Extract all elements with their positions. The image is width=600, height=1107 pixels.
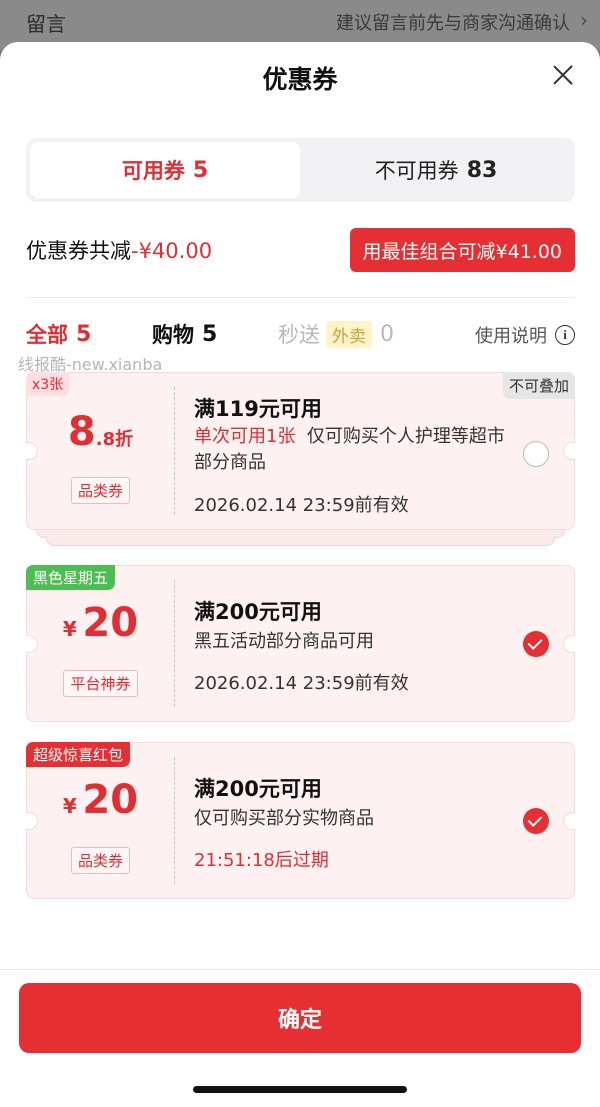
coupon-value-main: 8 xyxy=(67,409,96,455)
filter-fast-delivery[interactable]: 秒送 外卖 0 xyxy=(278,319,394,349)
ticket-notch xyxy=(563,442,575,460)
stack-layer xyxy=(46,536,555,546)
currency-symbol: ¥ xyxy=(62,794,77,818)
chevron-right-icon: › xyxy=(580,8,588,32)
tab-available-count: 5 xyxy=(192,157,209,183)
home-indicator xyxy=(193,1086,407,1093)
coupon-category: 品类券 xyxy=(27,477,174,504)
coupon-card[interactable]: 超级惊喜红包 ¥ 20 品类券 满200元可用 仅可购买部分实物商品 21:51… xyxy=(26,742,575,899)
coupon-countdown: 21:51:18后过期 xyxy=(194,850,329,871)
filter-all[interactable]: 全部 5 xyxy=(26,319,91,349)
currency-symbol: ¥ xyxy=(62,617,77,641)
coupon-expiry: 2026.02.14 23:59前有效 xyxy=(194,673,409,694)
filter-all-count: 5 xyxy=(76,321,92,347)
coupon-select-radio[interactable] xyxy=(523,441,549,467)
quantity-tag: x3张 xyxy=(26,372,70,396)
tab-unavailable-count: 83 xyxy=(466,157,498,183)
ticket-separator xyxy=(174,387,175,515)
discount-label: 优惠券共减 xyxy=(26,239,131,263)
coupon-title: 满200元可用 xyxy=(194,600,322,624)
coupon-card[interactable]: x3张 不可叠加 8.8折 品类券 满119元可用 单次可用1张 仅可购买个人护… xyxy=(26,372,575,530)
promo-tag: 超级惊喜红包 xyxy=(26,742,131,767)
discount-summary: 优惠券共减-¥40.00 xyxy=(26,235,212,265)
usage-instructions-link[interactable]: 使用说明 xyxy=(475,322,575,348)
usage-label: 使用说明 xyxy=(475,326,547,347)
coupon-tabs: 可用券 5 不可用券 83 xyxy=(26,138,575,202)
coupon-expiry: 2026.02.14 23:59前有效 xyxy=(194,495,409,516)
filter-fast-label: 秒送 xyxy=(278,323,320,347)
divider xyxy=(26,297,575,298)
filter-shopping-count: 5 xyxy=(202,321,218,347)
coupon-select-check[interactable] xyxy=(523,808,549,834)
tab-available-label: 可用券 xyxy=(121,159,185,183)
coupon-value-main: 20 xyxy=(82,777,139,823)
ticket-separator xyxy=(174,757,175,884)
filter-fast-count: 0 xyxy=(380,321,394,347)
ticket-notch xyxy=(563,634,575,653)
coupon-description: 仅可购买部分实物商品 xyxy=(194,808,374,829)
confirm-button[interactable]: 确定 xyxy=(19,983,581,1053)
tab-unavailable[interactable]: 不可用券 83 xyxy=(301,142,571,198)
backdrop-right-text: 建议留言前先与商家沟通确认 xyxy=(336,13,570,34)
close-icon[interactable] xyxy=(552,64,574,86)
coupon-limit: 单次可用1张 xyxy=(194,426,296,447)
takeout-badge: 外卖 xyxy=(326,320,372,348)
coupon-sheet: 优惠券 可用券 5 不可用券 83 优惠券共减-¥40.00 用最佳组合可减¥4… xyxy=(0,42,600,1107)
filter-row: 全部 5 购物 5 秒送 外卖 0 使用说明 xyxy=(26,319,575,353)
coupon-value: ¥ 20 xyxy=(27,777,174,823)
coupon-value-main: 20 xyxy=(82,600,139,646)
coupon-description: 黑五活动部分商品可用 xyxy=(194,631,374,652)
divider xyxy=(0,969,600,970)
promo-tag: 黑色星期五 xyxy=(26,565,116,590)
coupon-description: 单次可用1张 仅可购买个人护理等超市部分商品 xyxy=(194,424,514,476)
sheet-title: 优惠券 xyxy=(262,65,338,94)
no-stack-badge: 不可叠加 xyxy=(502,372,575,399)
backdrop-left-text: 留言 xyxy=(26,12,66,36)
coupon-category: 平台神券 xyxy=(27,670,174,697)
tab-unavailable-label: 不可用券 xyxy=(374,159,459,183)
discount-amount: -¥40.00 xyxy=(131,239,213,263)
coupon-value-sub: .8折 xyxy=(95,429,134,450)
best-combination-button[interactable]: 用最佳组合可减¥41.00 xyxy=(349,228,575,272)
tab-available[interactable]: 可用券 5 xyxy=(30,142,300,198)
coupon-category: 品类券 xyxy=(27,847,174,874)
info-icon xyxy=(555,325,575,345)
coupon-value: 8.8折 xyxy=(27,409,174,455)
coupon-value: ¥ 20 xyxy=(27,600,174,646)
filter-all-label: 全部 xyxy=(26,323,68,347)
coupon-title: 满200元可用 xyxy=(194,777,322,801)
coupon-select-check[interactable] xyxy=(523,631,549,657)
coupon-card[interactable]: 黑色星期五 ¥ 20 平台神券 满200元可用 黑五活动部分商品可用 2026.… xyxy=(26,565,575,722)
filter-shopping-label: 购物 xyxy=(152,323,194,347)
filter-shopping[interactable]: 购物 5 xyxy=(152,319,217,349)
coupon-title: 满119元可用 xyxy=(194,397,322,421)
ticket-separator xyxy=(174,580,175,707)
watermark: 线报酷-new.xianba xyxy=(18,355,163,374)
ticket-notch xyxy=(563,811,575,830)
